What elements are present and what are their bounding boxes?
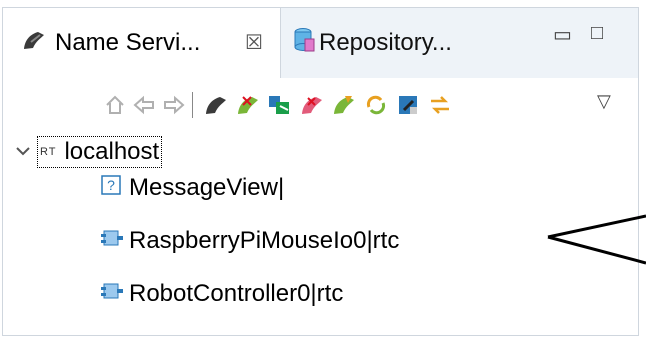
unknown-icon: ? [101, 174, 121, 202]
refresh-icon[interactable] [362, 91, 390, 119]
add-name-server-icon[interactable] [234, 91, 262, 119]
tab-label: Name Servi... [55, 29, 201, 56]
tab-name-service[interactable]: Name Servi... ☒ [3, 8, 281, 78]
maximize-icon[interactable]: □ [591, 22, 603, 45]
tree-label: localhost [64, 138, 160, 165]
delete-icon[interactable] [330, 91, 358, 119]
tree-label: RaspberryPiMouseIo0|rtc [129, 227, 400, 254]
back-icon[interactable] [130, 91, 158, 119]
tree-label: RobotController0|rtc [129, 280, 344, 307]
tree-node-raspberrypimouseio[interactable]: RaspberryPiMouseIo0|rtc [101, 223, 399, 259]
add-manager-icon[interactable] [266, 91, 294, 119]
chevron-down-icon[interactable] [15, 138, 31, 166]
tab-repository[interactable]: Repository... [285, 8, 515, 78]
rtc-component-icon [101, 280, 123, 308]
selection-box: RT localhost [37, 136, 163, 168]
name-service-icon [21, 29, 47, 58]
rtc-component-icon [101, 227, 123, 255]
close-icon[interactable]: ☒ [245, 30, 263, 55]
home-icon[interactable] [101, 91, 129, 119]
svg-text:?: ? [107, 177, 115, 193]
tree-label: MessageView| [129, 174, 285, 201]
tab-label: Repository... [319, 29, 452, 56]
edit-icon[interactable] [394, 91, 422, 119]
name-service-view: Name Servi... ☒ Repository... ▭ □ ▽ RT l… [2, 7, 639, 336]
toolbar-separator [192, 92, 193, 118]
tree-node-robotcontroller[interactable]: RobotController0|rtc [101, 276, 343, 312]
tree-node-messageview[interactable]: ? MessageView| [101, 170, 284, 206]
toolbar: ▽ [3, 78, 638, 140]
minimize-icon[interactable]: ▭ [553, 22, 572, 47]
name-server-icon[interactable] [202, 91, 230, 119]
repository-icon [291, 27, 315, 60]
rt-icon: RT [40, 146, 57, 158]
add-component-icon[interactable] [298, 91, 326, 119]
connect-icon[interactable] [426, 91, 454, 119]
forward-icon[interactable] [160, 91, 188, 119]
tab-bar: Name Servi... ☒ Repository... ▭ □ [3, 8, 638, 78]
tree-node-localhost[interactable]: RT localhost [15, 134, 163, 170]
view-menu-icon[interactable]: ▽ [597, 91, 611, 112]
